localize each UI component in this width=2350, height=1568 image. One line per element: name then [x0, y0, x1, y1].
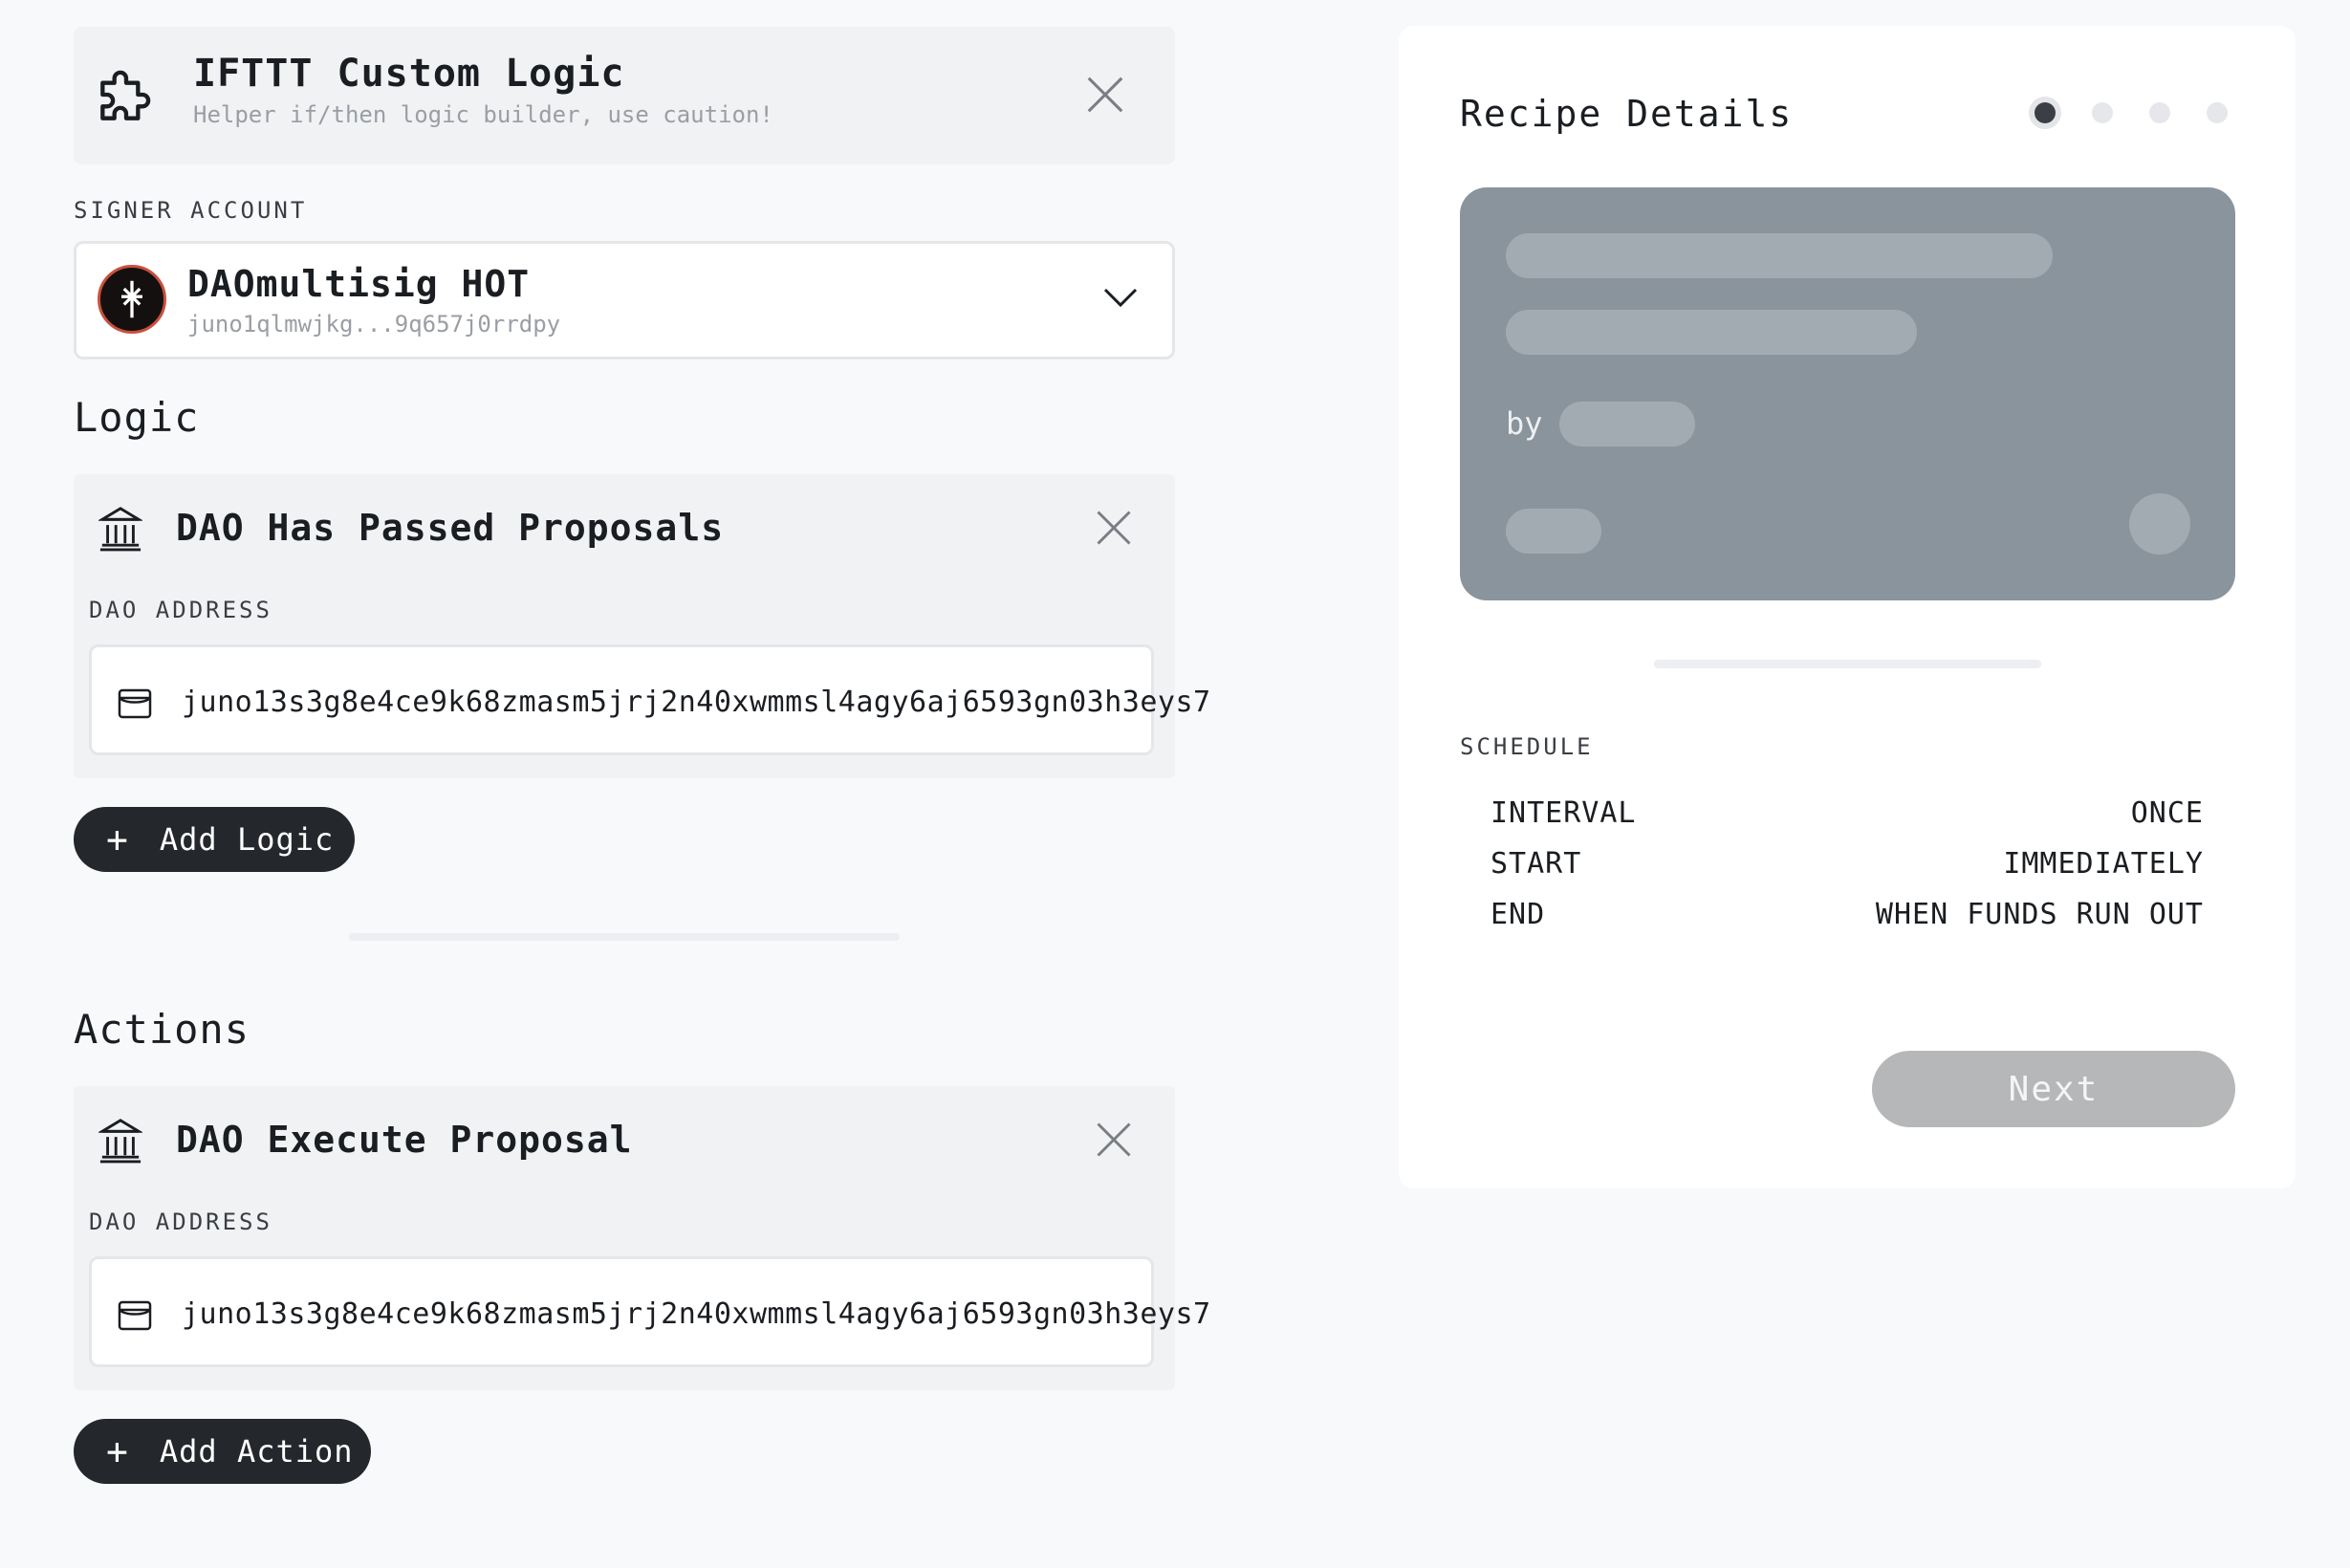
- schedule-value: WHEN FUNDS RUN OUT: [1875, 898, 2204, 931]
- schedule-label: SCHEDULE: [1460, 733, 1594, 760]
- chevron-down-icon[interactable]: [1101, 284, 1140, 311]
- add-logic-label: Add Logic: [159, 821, 335, 858]
- plus-icon: +: [106, 1430, 129, 1472]
- bank-icon: [97, 505, 144, 553]
- add-action-button[interactable]: + Add Action: [74, 1419, 371, 1484]
- step-dot-3[interactable]: [2149, 102, 2170, 123]
- ifttt-builder: IFTTT Custom Logic Helper if/then logic …: [74, 27, 1210, 1484]
- puzzle-icon: [91, 59, 162, 130]
- recipe-details-panel: Recipe Details by SCHEDULE INTERVAL ONCE…: [1399, 26, 2296, 1188]
- dao-address-label: DAO ADDRESS: [89, 1209, 272, 1235]
- header-card: IFTTT Custom Logic Helper if/then logic …: [74, 27, 1175, 164]
- remove-action-icon[interactable]: [1093, 1119, 1135, 1161]
- bank-icon: [97, 1117, 144, 1165]
- divider: [349, 933, 900, 941]
- logic-item-title: DAO Has Passed Proposals: [176, 507, 725, 549]
- title-placeholder: [1506, 233, 2053, 278]
- schedule-key: END: [1491, 898, 1546, 931]
- dao-address-value: juno13s3g8e4ce9k68zmasm5jrj2n40xwmmsl4ag…: [182, 1297, 1211, 1331]
- author-placeholder: [1559, 402, 1695, 446]
- schedule-key: INTERVAL: [1491, 796, 1637, 830]
- avatar: [98, 265, 166, 334]
- page-subtitle: Helper if/then logic builder, use cautio…: [193, 101, 773, 128]
- page-title: IFTTT Custom Logic: [193, 52, 625, 96]
- dao-address-value: juno13s3g8e4ce9k68zmasm5jrj2n40xwmmsl4ag…: [182, 686, 1211, 719]
- avatar-placeholder: [2129, 493, 2190, 555]
- add-logic-button[interactable]: + Add Logic: [74, 807, 355, 872]
- tag-placeholder: [1506, 509, 1601, 554]
- dao-address-input[interactable]: juno13s3g8e4ce9k68zmasm5jrj2n40xwmmsl4ag…: [89, 644, 1210, 755]
- step-dot-2[interactable]: [2092, 102, 2113, 123]
- subtitle-placeholder: [1506, 310, 1917, 355]
- actions-heading: Actions: [74, 1006, 250, 1053]
- signer-address: juno1qlmwjkg...9q657j0rrdpy: [187, 311, 561, 338]
- divider: [1654, 660, 2041, 668]
- next-button[interactable]: Next: [1872, 1051, 2235, 1127]
- dao-address-label: DAO ADDRESS: [89, 597, 272, 623]
- add-action-label: Add Action: [159, 1433, 354, 1470]
- logic-item: DAO Has Passed Proposals DAO ADDRESS jun…: [74, 474, 1210, 778]
- recipe-details-title: Recipe Details: [1460, 93, 1794, 135]
- dao-address-input[interactable]: juno13s3g8e4ce9k68zmasm5jrj2n40xwmmsl4ag…: [89, 1256, 1210, 1367]
- wallet-icon: [117, 687, 153, 720]
- by-label: by: [1506, 405, 1543, 442]
- remove-logic-icon[interactable]: [1093, 507, 1135, 549]
- plus-icon: +: [106, 818, 129, 860]
- step-dot-1[interactable]: [2034, 102, 2056, 123]
- schedule-value: IMMEDIATELY: [2003, 847, 2204, 881]
- signer-account-select[interactable]: DAOmultisig HOT juno1qlmwjkg...9q657j0rr…: [74, 241, 1175, 359]
- action-item-title: DAO Execute Proposal: [176, 1119, 633, 1161]
- signer-account-label: SIGNER ACCOUNT: [74, 197, 308, 224]
- schedule-key: START: [1491, 847, 1582, 881]
- action-item: DAO Execute Proposal DAO ADDRESS juno13s…: [74, 1086, 1210, 1390]
- step-dot-4[interactable]: [2207, 102, 2228, 123]
- schedule-value: ONCE: [2130, 796, 2204, 830]
- signer-name: DAOmultisig HOT: [187, 263, 531, 305]
- logic-heading: Logic: [74, 394, 200, 441]
- wallet-icon: [117, 1299, 153, 1332]
- close-icon[interactable]: [1083, 73, 1127, 117]
- recipe-preview-card: by: [1460, 187, 2235, 600]
